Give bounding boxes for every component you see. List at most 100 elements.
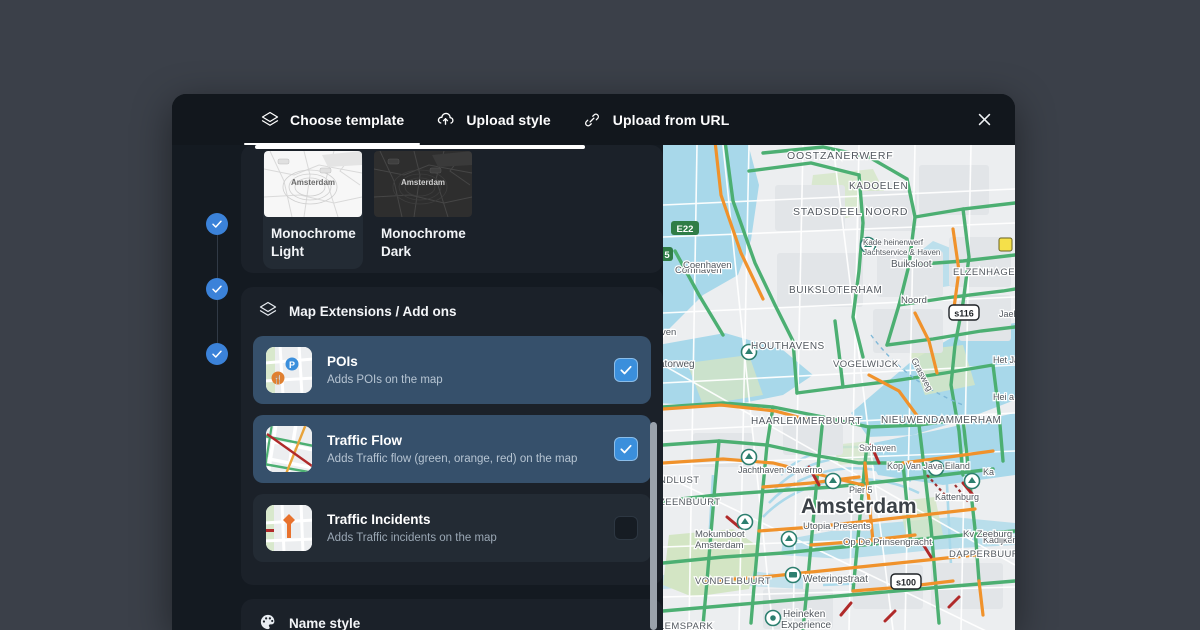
stepper-step-3[interactable] [206, 343, 228, 365]
svg-text:Noord: Noord [901, 295, 927, 306]
stepper-step-2[interactable] [206, 278, 228, 300]
style-wizard-modal: Choose template Upload style Upload from… [172, 94, 1015, 630]
svg-text:NIEUWENDAMMERHAM: NIEUWENDAMMERHAM [881, 415, 1001, 426]
svg-text:s100: s100 [896, 578, 916, 588]
svg-text:Experience: Experience [781, 620, 831, 630]
svg-text:Mokumboot: Mokumboot [695, 529, 745, 540]
extension-title: POIs [327, 354, 358, 369]
template-thumbnail: Amsterdam [264, 151, 362, 217]
map-canvas: E22 5 s116 s100 OOSTZANERWERF KADOELEN S… [663, 145, 1015, 630]
layers-icon [260, 110, 279, 129]
extension-row-traffic-incidents[interactable]: Traffic Incidents Adds Traffic incidents… [253, 494, 651, 562]
map-extensions-card: Map Extensions / Add ons P 🍴 POIs Adds P… [241, 287, 663, 585]
extension-checkbox-traffic-flow[interactable] [614, 437, 638, 461]
svg-text:Amsterdam: Amsterdam [695, 540, 744, 551]
poi-marker [963, 472, 981, 490]
tab-label: Choose template [290, 111, 405, 128]
name-style-card: Name style [241, 599, 663, 630]
extension-row-pois[interactable]: P 🍴 POIs Adds POIs on the map [253, 336, 651, 404]
poi-marker [740, 448, 758, 466]
svg-text:ZEENBUURT: ZEENBUURT [663, 497, 721, 508]
extension-title: Traffic Incidents [327, 512, 431, 527]
check-icon [212, 350, 222, 358]
close-icon[interactable] [969, 105, 999, 135]
extension-description: Adds POIs on the map [327, 374, 443, 386]
svg-text:Jachtservice & Haven: Jachtservice & Haven [863, 248, 940, 257]
name-style-header: Name style [241, 599, 663, 630]
extension-text: Traffic Flow Adds Traffic flow (green, o… [327, 433, 599, 465]
map-preview[interactable]: E22 5 s116 s100 OOSTZANERWERF KADOELEN S… [663, 145, 1015, 630]
svg-text:5: 5 [664, 250, 670, 261]
tab-upload-from-url[interactable]: Upload from URL [567, 94, 746, 145]
link-icon [583, 110, 602, 129]
svg-text:atorweg: atorweg [663, 359, 695, 370]
svg-text:ven: ven [663, 327, 676, 338]
extension-checkbox-traffic-incidents[interactable] [614, 516, 638, 540]
svg-text:Amsterdam: Amsterdam [801, 495, 917, 518]
svg-text:E22: E22 [677, 224, 694, 235]
rail-connector [216, 300, 218, 343]
cloud-upload-icon [436, 110, 455, 129]
stepper-rail [195, 145, 243, 630]
tab-upload-style[interactable]: Upload style [420, 94, 566, 145]
extension-description: Adds Traffic incidents on the map [327, 532, 497, 544]
extension-checkbox-pois[interactable] [614, 358, 638, 382]
template-card-monochrome-dark[interactable]: Amsterdam Monochrome Dark [373, 151, 473, 269]
road-shield-warning [998, 237, 1013, 252]
tab-choose-template[interactable]: Choose template [244, 94, 421, 145]
settings-panel: Amsterdam Monochrome Light Amsterdam Mon… [172, 145, 663, 630]
svg-text:Coenhaven: Coenhaven [683, 260, 732, 271]
template-thumbnail: Amsterdam [374, 151, 472, 217]
svg-text:Heineken: Heineken [783, 609, 825, 620]
poi-marker [764, 609, 782, 627]
svg-text:Kattenburg: Kattenburg [935, 492, 979, 502]
svg-text:Kade heinenwerf: Kade heinenwerf [863, 238, 924, 247]
tab-label: Upload style [466, 111, 551, 128]
template-card-monochrome-light[interactable]: Amsterdam Monochrome Light [263, 151, 363, 269]
svg-text:P: P [289, 360, 295, 370]
svg-text:Het Ja: Het Ja [993, 355, 1015, 365]
modal-body: Amsterdam Monochrome Light Amsterdam Mon… [172, 145, 1015, 630]
svg-text:Kop Van Java Eiland: Kop Van Java Eiland [887, 461, 970, 471]
svg-text:KADOELEN: KADOELEN [849, 181, 908, 192]
check-icon [212, 220, 222, 228]
traffic-incident-map-thumb-icon [266, 505, 312, 551]
poi-marker [736, 513, 754, 531]
traffic-flow-map-thumb-icon [266, 426, 312, 472]
settings-scroll-area[interactable]: Amsterdam Monochrome Light Amsterdam Mon… [241, 145, 663, 630]
extension-list: P 🍴 POIs Adds POIs on the map Traffic Fl… [241, 336, 663, 585]
svg-text:s116: s116 [954, 309, 974, 319]
modal-tabbar: Choose template Upload style Upload from… [172, 94, 1015, 145]
template-name: Monochrome Light [271, 226, 356, 259]
road-shield-s100: s100 [890, 573, 922, 590]
screen-root: Choose template Upload style Upload from… [0, 0, 1200, 630]
svg-text:STADSDEEL NOORD: STADSDEEL NOORD [793, 206, 908, 218]
svg-text:Pier 5: Pier 5 [849, 485, 873, 495]
section-title: Name style [289, 616, 361, 630]
svg-text:BUIKSLOTERHAM: BUIKSLOTERHAM [789, 285, 882, 296]
extension-title: Traffic Flow [327, 433, 403, 448]
svg-text:HAARLEMMERBUURT: HAARLEMMERBUURT [751, 416, 862, 427]
svg-text:Weteringstraat: Weteringstraat [803, 574, 868, 585]
svg-text:ELZENHAGEN: ELZENHAGEN [953, 267, 1015, 278]
template-list: Amsterdam Monochrome Light Amsterdam Mon… [241, 145, 663, 269]
svg-text:🍴: 🍴 [273, 374, 283, 384]
horizontal-scrollbar[interactable] [255, 145, 585, 149]
map-extensions-header: Map Extensions / Add ons [241, 287, 663, 336]
template-name: Monochrome Dark [381, 226, 466, 259]
svg-text:NDLUST: NDLUST [663, 475, 699, 486]
svg-text:Utopia Presents: Utopia Presents [803, 521, 871, 532]
svg-text:OOSTZANERWERF: OOSTZANERWERF [787, 150, 893, 162]
palette-icon [259, 613, 277, 630]
extension-row-traffic-flow[interactable]: Traffic Flow Adds Traffic flow (green, o… [253, 415, 651, 483]
check-icon [620, 444, 632, 454]
check-icon [212, 285, 222, 293]
extension-text: Traffic Incidents Adds Traffic incidents… [327, 512, 599, 544]
svg-text:HOUTHAVENS: HOUTHAVENS [751, 341, 825, 352]
svg-text:LEMSPARK: LEMSPARK [663, 621, 713, 630]
settings-vertical-scrollbar[interactable] [650, 422, 657, 630]
stepper-step-1[interactable] [206, 213, 228, 235]
svg-text:Ka: Ka [983, 467, 994, 477]
svg-text:Sixhaven: Sixhaven [859, 443, 896, 453]
check-icon [620, 365, 632, 375]
